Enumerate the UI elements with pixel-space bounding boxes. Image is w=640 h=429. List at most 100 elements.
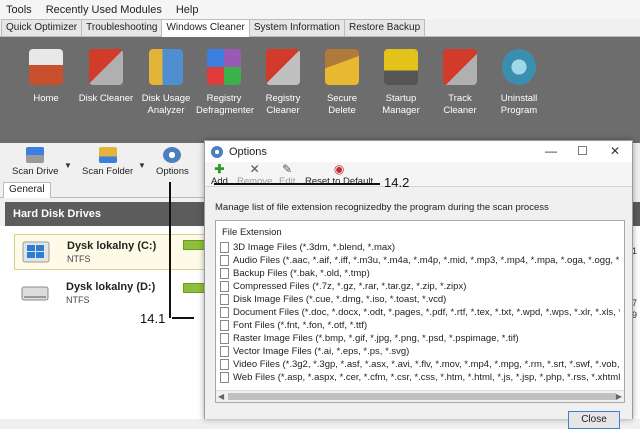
ribbon-label: Track Cleaner xyxy=(443,93,477,116)
options-dialog: Options — ☐ ✕ ✚ Add ✕ Remove ✎ Edit ◉ Re… xyxy=(204,140,633,429)
drive-name: Dysk lokalny (D:) xyxy=(66,281,156,293)
file-extension-list[interactable]: File Extension 3D Image Files (*.3dm, *.… xyxy=(215,220,625,403)
menu-tools[interactable]: Tools xyxy=(6,4,32,16)
reset-to-default-button[interactable]: ◉ Reset to Default xyxy=(305,163,373,187)
scan-drive-label: Scan Drive xyxy=(12,166,59,177)
list-item[interactable]: 3D Image Files (*.3dm, *.blend, *.max) xyxy=(220,241,620,253)
list-item-label: Web Files (*.asp, *.aspx, *.cer, *.cfm, … xyxy=(233,371,620,383)
list-item[interactable]: Raster Image Files (*.bmp, *.gif, *.jpg,… xyxy=(220,332,620,344)
ribbon-home-button[interactable]: Home xyxy=(18,47,74,105)
tab-restore-backup[interactable]: Restore Backup xyxy=(344,19,426,36)
dialog-description: Manage list of file extension recognized… xyxy=(215,202,549,213)
ribbon-label: Disk Usage Analyzer xyxy=(141,93,191,116)
list-item-label: Document Files (*.doc, *.docx, *.odt, *.… xyxy=(233,306,620,318)
windows-drive-icon xyxy=(22,241,50,263)
minimize-icon[interactable]: — xyxy=(545,144,557,158)
horizontal-scrollbar[interactable]: ◀ ▶ xyxy=(216,390,624,402)
disk-cleaner-icon xyxy=(89,49,123,85)
drive-name: Dysk lokalny (C:) xyxy=(67,240,157,252)
ribbon-disk-usage-analyzer-button[interactable]: Disk Usage Analyzer xyxy=(138,47,194,117)
close-button[interactable]: Close xyxy=(568,411,620,429)
file-icon xyxy=(220,319,229,331)
cubes-icon xyxy=(207,49,241,85)
scan-drive-dropdown-icon[interactable]: ▼ xyxy=(64,161,72,170)
menu-recently-used-modules[interactable]: Recently Used Modules xyxy=(46,4,162,16)
tab-quick-optimizer[interactable]: Quick Optimizer xyxy=(1,19,83,36)
folder-chart-icon xyxy=(149,49,183,85)
tab-windows-cleaner[interactable]: Windows Cleaner xyxy=(161,19,250,37)
ribbon-startup-manager-button[interactable]: Startup Manager xyxy=(373,47,429,117)
options-button[interactable]: Options xyxy=(156,147,189,177)
plus-icon: ✚ xyxy=(214,162,225,176)
remove-x-icon: ✕ xyxy=(249,162,260,176)
file-icon xyxy=(220,293,229,305)
menu-help[interactable]: Help xyxy=(176,4,199,16)
drive-item-c[interactable]: Dysk lokalny (C:) NTFS xyxy=(14,234,209,270)
list-item[interactable]: Web Files (*.asp, *.aspx, *.cer, *.cfm, … xyxy=(220,371,620,383)
maximize-icon[interactable]: ☐ xyxy=(577,144,588,158)
scan-drive-button[interactable]: Scan Drive xyxy=(12,147,58,177)
ribbon-track-cleaner-button[interactable]: Track Cleaner xyxy=(432,47,488,117)
list-item-label: Vector Image Files (*.ai, *.eps, *.ps, *… xyxy=(233,345,410,357)
list-item[interactable]: Compressed Files (*.7z, *.gz, *.rar, *.t… xyxy=(220,280,620,292)
scrollbar-thumb[interactable] xyxy=(228,393,616,400)
registry-cleaner-icon xyxy=(266,49,300,85)
pencil-icon: ✎ xyxy=(282,162,293,176)
tab-troubleshooting[interactable]: Troubleshooting xyxy=(81,19,163,36)
file-icon xyxy=(220,332,229,344)
ribbon-disk-cleaner-button[interactable]: Disk Cleaner xyxy=(78,47,134,105)
list-item[interactable]: Audio Files (*.aac, *.aif, *.iff, *.m3u,… xyxy=(220,254,620,266)
dialog-title: Options xyxy=(229,145,267,158)
close-icon[interactable]: ✕ xyxy=(610,144,620,158)
file-icon xyxy=(220,254,229,266)
tab-general[interactable]: General xyxy=(3,182,51,198)
file-icon xyxy=(220,306,229,318)
list-item-label: Video Files (*.3g2, *.3gp, *.asf, *.asx,… xyxy=(233,358,620,370)
list-item[interactable]: Document Files (*.doc, *.docx, *.odt, *.… xyxy=(220,306,620,318)
ribbon-uninstall-program-button[interactable]: Uninstall Program xyxy=(491,47,547,117)
list-item[interactable]: Video Files (*.3g2, *.3gp, *.asf, *.asx,… xyxy=(220,358,620,370)
drive-item-d[interactable]: Dysk lokalny (D:) NTFS xyxy=(14,276,209,312)
ribbon-label: Secure Delete xyxy=(326,93,358,116)
scan-folder-label: Scan Folder xyxy=(82,166,134,177)
file-icon xyxy=(220,345,229,357)
list-item-label: Compressed Files (*.7z, *.gz, *.rar, *.t… xyxy=(233,280,467,292)
forklift-icon xyxy=(384,49,418,85)
drive-c-usage-bar xyxy=(183,240,205,250)
edit-button[interactable]: ✎ Edit xyxy=(279,163,295,187)
drive-filesystem: NTFS xyxy=(67,254,91,264)
app-logo-icon xyxy=(211,145,223,158)
hard-drive-icon xyxy=(21,286,49,301)
file-icon xyxy=(220,241,229,253)
list-item[interactable]: Vector Image Files (*.ai, *.eps, *.ps, *… xyxy=(220,345,620,357)
gear-icon xyxy=(163,147,182,163)
list-item-label: Raster Image Files (*.bmp, *.gif, *.jpg,… xyxy=(233,332,519,344)
ribbon-secure-delete-button[interactable]: Secure Delete xyxy=(314,47,370,117)
add-button[interactable]: ✚ Add xyxy=(211,163,228,187)
ribbon-label: Disk Cleaner xyxy=(78,93,134,104)
house-icon xyxy=(29,49,63,85)
uninstall-disc-icon xyxy=(502,49,536,85)
callout-14-1: 14.1 xyxy=(140,311,166,326)
ribbon-label: Uninstall Program xyxy=(500,93,538,116)
dialog-toolbar: ✚ Add ✕ Remove ✎ Edit ◉ Reset to Default xyxy=(205,162,632,187)
scan-folder-dropdown-icon[interactable]: ▼ xyxy=(138,161,146,170)
list-item[interactable]: Font Files (*.fnt, *.fon, *.otf, *.ttf) xyxy=(220,319,620,331)
ribbon-registry-defragmenter-button[interactable]: Registry Defragmenter xyxy=(196,47,254,117)
scan-toolbar: Scan Drive ▼ Scan Folder ▼ Options xyxy=(0,143,205,180)
scan-folder-button[interactable]: Scan Folder xyxy=(82,147,133,177)
list-item-label: Disk Image Files (*.cue, *.dmg, *.iso, *… xyxy=(233,293,447,305)
ribbon-registry-cleaner-button[interactable]: Registry Cleaner xyxy=(255,47,311,117)
file-icon xyxy=(220,280,229,292)
tab-system-information[interactable]: System Information xyxy=(248,19,345,36)
subtab-bar: General xyxy=(0,181,205,198)
scroll-left-icon[interactable]: ◀ xyxy=(218,392,224,401)
remove-button[interactable]: ✕ Remove xyxy=(237,163,272,187)
scroll-right-icon[interactable]: ▶ xyxy=(616,392,622,401)
list-item-label: Font Files (*.fnt, *.fon, *.otf, *.ttf) xyxy=(233,319,368,331)
track-cleaner-icon xyxy=(443,49,477,85)
list-item[interactable]: Disk Image Files (*.cue, *.dmg, *.iso, *… xyxy=(220,293,620,305)
list-header: File Extension xyxy=(222,227,282,238)
reset-icon: ◉ xyxy=(333,162,345,176)
list-item[interactable]: Backup Files (*.bak, *.old, *.tmp) xyxy=(220,267,620,279)
